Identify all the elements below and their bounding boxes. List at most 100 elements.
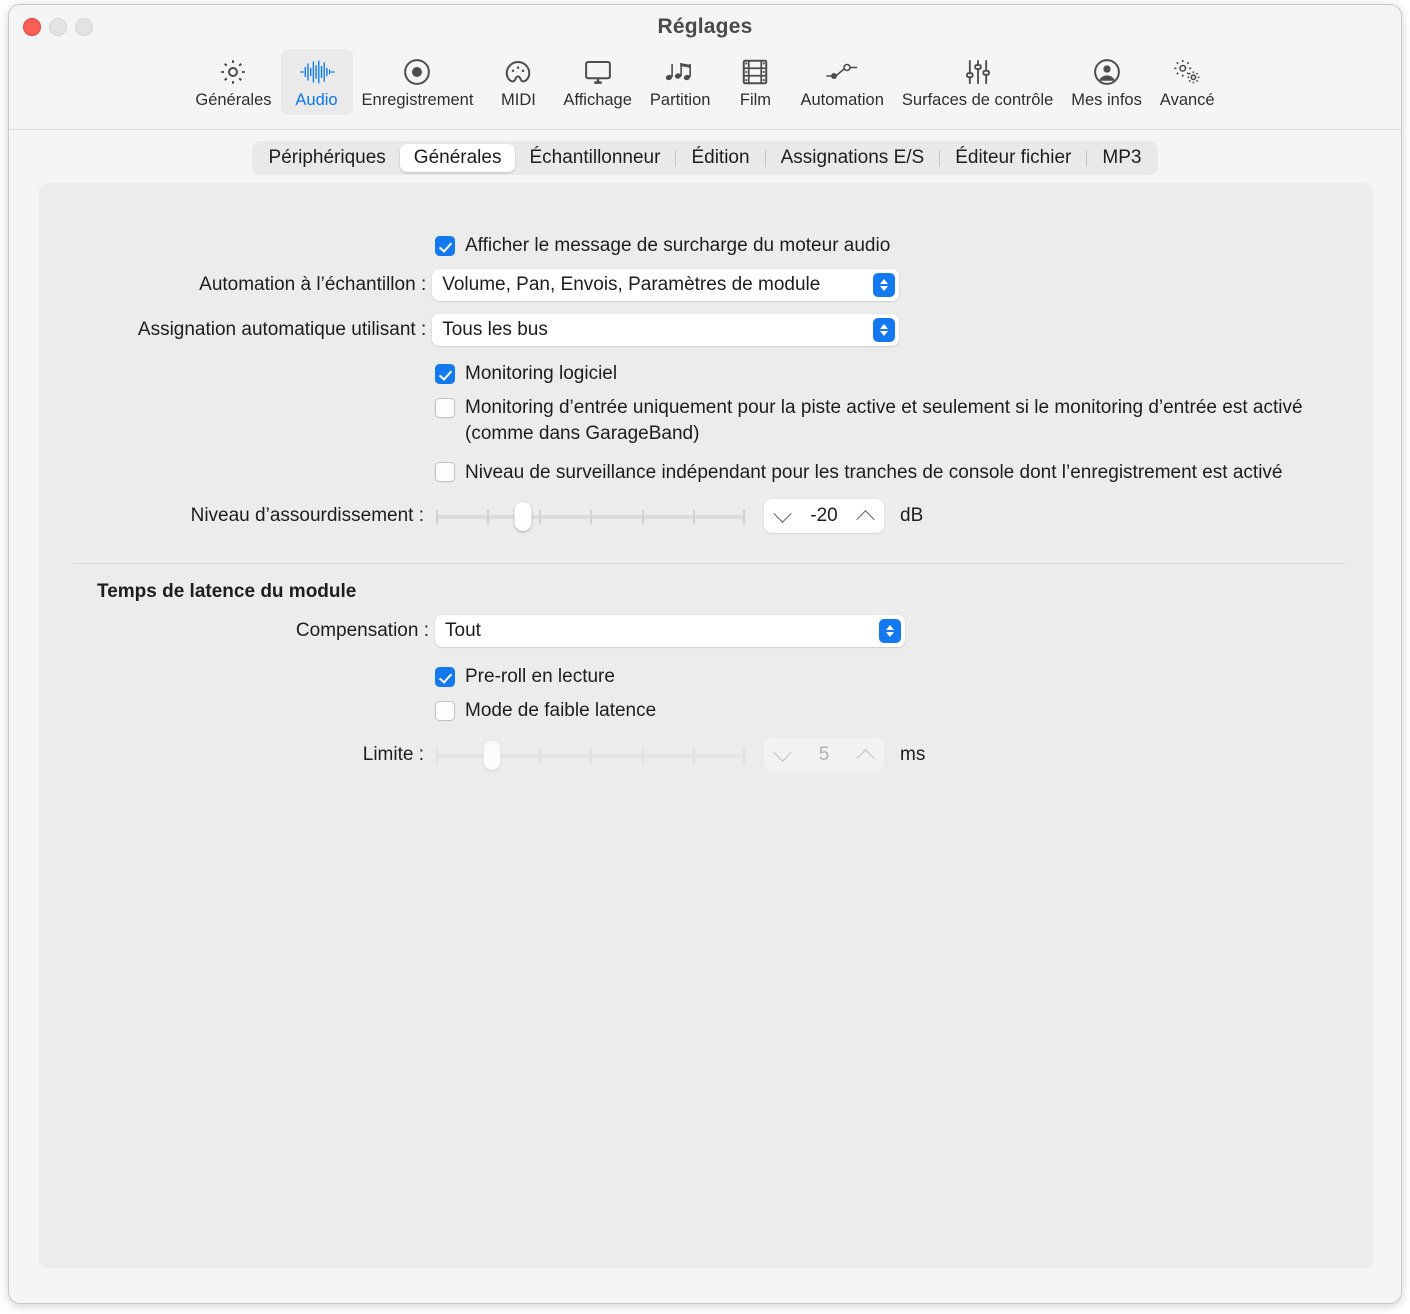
input-monitoring-checkbox[interactable] bbox=[435, 398, 455, 418]
plugin-latency-title: Temps de latence du module bbox=[97, 581, 357, 602]
sample-automation-select[interactable]: Volume, Pan, Envois, Paramètres de modul… bbox=[432, 269, 899, 301]
chevron-updown-icon bbox=[879, 619, 901, 643]
software-monitoring-checkbox[interactable] bbox=[435, 364, 455, 385]
tab-separator bbox=[675, 149, 677, 167]
limit-slider[interactable] bbox=[436, 740, 746, 770]
chevron-updown-icon bbox=[873, 318, 895, 342]
toolbar-label: Générales bbox=[195, 91, 272, 109]
preroll-checkbox[interactable] bbox=[435, 667, 455, 688]
tab-mp3[interactable]: MP3 bbox=[1088, 144, 1155, 172]
toolbar-item-automation[interactable]: Automation bbox=[791, 49, 892, 115]
compensation-label: Compensation : bbox=[295, 620, 429, 641]
preroll-row: Pre-roll en lecture bbox=[435, 664, 615, 690]
slider-thumb[interactable] bbox=[514, 502, 532, 531]
sample-automation-row: Automation à l’échantillon : Volume, Pan… bbox=[39, 269, 899, 301]
title-bar: Réglages bbox=[9, 5, 1401, 49]
toolbar-label: Audio bbox=[295, 91, 338, 109]
toolbar-item-midi[interactable]: MIDI bbox=[482, 49, 554, 115]
limit-label: Limite : bbox=[362, 744, 424, 765]
sample-automation-label: Automation à l’échantillon : bbox=[199, 274, 427, 295]
independent-monitoring-checkbox[interactable] bbox=[435, 462, 455, 482]
toolbar-label: Mes infos bbox=[1071, 91, 1142, 109]
dim-level-stepper[interactable]: -20 bbox=[764, 499, 884, 533]
slider-thumb[interactable] bbox=[483, 741, 501, 770]
compensation-value: Tout bbox=[445, 620, 481, 641]
auto-assign-select[interactable]: Tous les bus bbox=[432, 314, 899, 346]
auto-assign-label: Assignation automatique utilisant : bbox=[137, 319, 427, 340]
independent-monitoring-row: Niveau de surveillance indépendant pour … bbox=[435, 460, 1395, 486]
tab-peripheriques[interactable]: Périphériques bbox=[255, 144, 400, 172]
limit-row: Limite : 5 ms bbox=[39, 738, 939, 772]
chevron-updown-icon bbox=[873, 273, 895, 297]
section-divider bbox=[73, 563, 1345, 564]
low-latency-label: Mode de faible latence bbox=[465, 700, 657, 721]
display-monitor-icon bbox=[583, 55, 613, 89]
audio-tab-strip: Périphériques Générales Échantillonneur … bbox=[9, 130, 1401, 182]
input-monitoring-label: Monitoring d’entrée uniquement pour la p… bbox=[465, 397, 1303, 445]
limit-stepper[interactable]: 5 bbox=[764, 738, 884, 772]
tab-separator bbox=[764, 149, 766, 167]
dim-level-value: -20 bbox=[810, 505, 838, 526]
chevron-up-icon[interactable] bbox=[856, 509, 875, 529]
music-notes-icon bbox=[664, 55, 696, 89]
toolbar-label: Automation bbox=[800, 91, 884, 109]
dim-level-label: Niveau d’assourdissement : bbox=[190, 505, 424, 526]
tab-echantillonneur[interactable]: Échantillonneur bbox=[515, 144, 674, 172]
automation-node-icon bbox=[825, 55, 859, 89]
record-circle-icon bbox=[402, 55, 432, 89]
tab-separator bbox=[939, 149, 941, 167]
toolbar-item-avance[interactable]: Avancé bbox=[1151, 49, 1224, 115]
tab-assignations-es[interactable]: Assignations E/S bbox=[767, 144, 939, 172]
chevron-up-icon[interactable] bbox=[856, 748, 875, 768]
dim-level-slider[interactable] bbox=[436, 501, 746, 531]
software-monitoring-row: Monitoring logiciel bbox=[435, 361, 617, 387]
toolbar-label: Surfaces de contrôle bbox=[901, 91, 1054, 109]
faders-icon bbox=[964, 55, 992, 89]
software-monitoring-label: Monitoring logiciel bbox=[465, 363, 618, 384]
chevron-down-icon[interactable] bbox=[773, 503, 792, 523]
low-latency-row: Mode de faible latence bbox=[435, 698, 656, 724]
toolbar-item-mes-infos[interactable]: Mes infos bbox=[1062, 49, 1151, 115]
low-latency-checkbox[interactable] bbox=[435, 701, 455, 722]
auto-assign-value: Tous les bus bbox=[442, 319, 548, 340]
independent-monitoring-label: Niveau de surveillance indépendant pour … bbox=[465, 462, 1283, 483]
compensation-row: Compensation : Tout bbox=[39, 615, 919, 647]
settings-panel: Afficher le message de surcharge du mote… bbox=[39, 183, 1373, 1268]
toolbar-label: Film bbox=[739, 91, 772, 109]
auto-assign-row: Assignation automatique utilisant : Tous… bbox=[39, 314, 899, 346]
tab-generales[interactable]: Générales bbox=[399, 144, 516, 172]
dim-level-row: Niveau d’assourdissement : -20 dB bbox=[39, 499, 939, 533]
gear-icon bbox=[218, 55, 248, 89]
waveform-icon bbox=[299, 55, 335, 89]
toolbar-item-enregistrement[interactable]: Enregistrement bbox=[353, 49, 483, 115]
overload-message-row: Afficher le message de surcharge du mote… bbox=[435, 233, 890, 259]
overload-message-checkbox[interactable] bbox=[435, 236, 455, 257]
toolbar-item-partition[interactable]: Partition bbox=[641, 49, 720, 115]
toolbar-item-film[interactable]: Film bbox=[719, 49, 791, 115]
double-gear-icon bbox=[1171, 55, 1203, 89]
overload-message-label: Afficher le message de surcharge du mote… bbox=[465, 235, 891, 256]
toolbar-label: MIDI bbox=[500, 91, 536, 109]
preroll-label: Pre-roll en lecture bbox=[465, 666, 615, 687]
toolbar-label: Enregistrement bbox=[361, 91, 474, 109]
chevron-down-icon[interactable] bbox=[773, 742, 792, 762]
limit-value: 5 bbox=[818, 744, 830, 765]
midi-plug-icon bbox=[503, 55, 533, 89]
tab-group: Périphériques Générales Échantillonneur … bbox=[251, 141, 1159, 175]
window-title: Réglages bbox=[657, 15, 753, 38]
toolbar-item-affichage[interactable]: Affichage bbox=[554, 49, 641, 115]
compensation-select[interactable]: Tout bbox=[435, 615, 905, 647]
input-monitoring-row: Monitoring d’entrée uniquement pour la p… bbox=[435, 395, 1355, 447]
film-strip-icon bbox=[741, 55, 769, 89]
toolbar-item-generales[interactable]: Générales bbox=[186, 49, 280, 115]
tab-separator bbox=[1086, 149, 1088, 167]
tab-edition[interactable]: Édition bbox=[677, 144, 763, 172]
toolbar-label: Affichage bbox=[563, 91, 632, 109]
limit-unit: ms bbox=[900, 744, 926, 765]
tab-editeur-fichier[interactable]: Éditeur fichier bbox=[941, 144, 1085, 172]
sample-automation-value: Volume, Pan, Envois, Paramètres de modul… bbox=[442, 274, 821, 295]
toolbar-label: Avancé bbox=[1159, 91, 1215, 109]
dim-level-unit: dB bbox=[900, 505, 924, 526]
toolbar-item-audio[interactable]: Audio bbox=[280, 49, 353, 115]
toolbar-item-surfaces-de-controle[interactable]: Surfaces de contrôle bbox=[893, 49, 1062, 115]
